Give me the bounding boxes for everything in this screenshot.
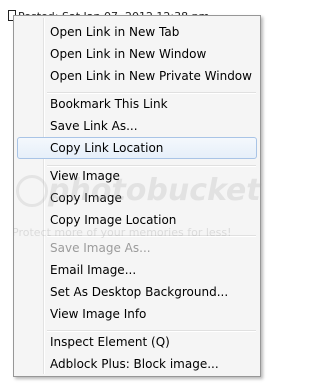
menu-item-view-image[interactable]: View Image [17,165,257,187]
menu-item-adblock-block-image[interactable]: Adblock Plus: Block image... [17,353,257,375]
menu-item-copy-image-location[interactable]: Copy Image Location [17,209,257,231]
screenshot-stage: Posted: Sat Jan 07, 2012 12:38 pm Open L… [0,0,268,386]
menu-item-bookmark-link[interactable]: Bookmark This Link [17,93,257,115]
menu-item-save-link-as[interactable]: Save Link As... [17,115,257,137]
menu-item-view-image-info[interactable]: View Image Info [17,303,257,325]
menu-item-copy-link-location[interactable]: Copy Link Location [17,137,257,159]
menu-item-open-link-private-window[interactable]: Open Link in New Private Window [17,65,257,87]
menu-item-email-image[interactable]: Email Image... [17,259,257,281]
menu-item-inspect-element[interactable]: Inspect Element (Q) [17,331,257,353]
menu-item-open-link-new-window[interactable]: Open Link in New Window [17,43,257,65]
menu-item-open-link-new-tab[interactable]: Open Link in New Tab [17,21,257,43]
context-menu: Open Link in New Tab Open Link in New Wi… [13,15,261,377]
menu-item-save-image-as: Save Image As... [50,241,151,255]
menu-item-copy-image[interactable]: Copy Image [17,187,257,209]
menu-item-set-desktop-background[interactable]: Set As Desktop Background... [17,281,257,303]
